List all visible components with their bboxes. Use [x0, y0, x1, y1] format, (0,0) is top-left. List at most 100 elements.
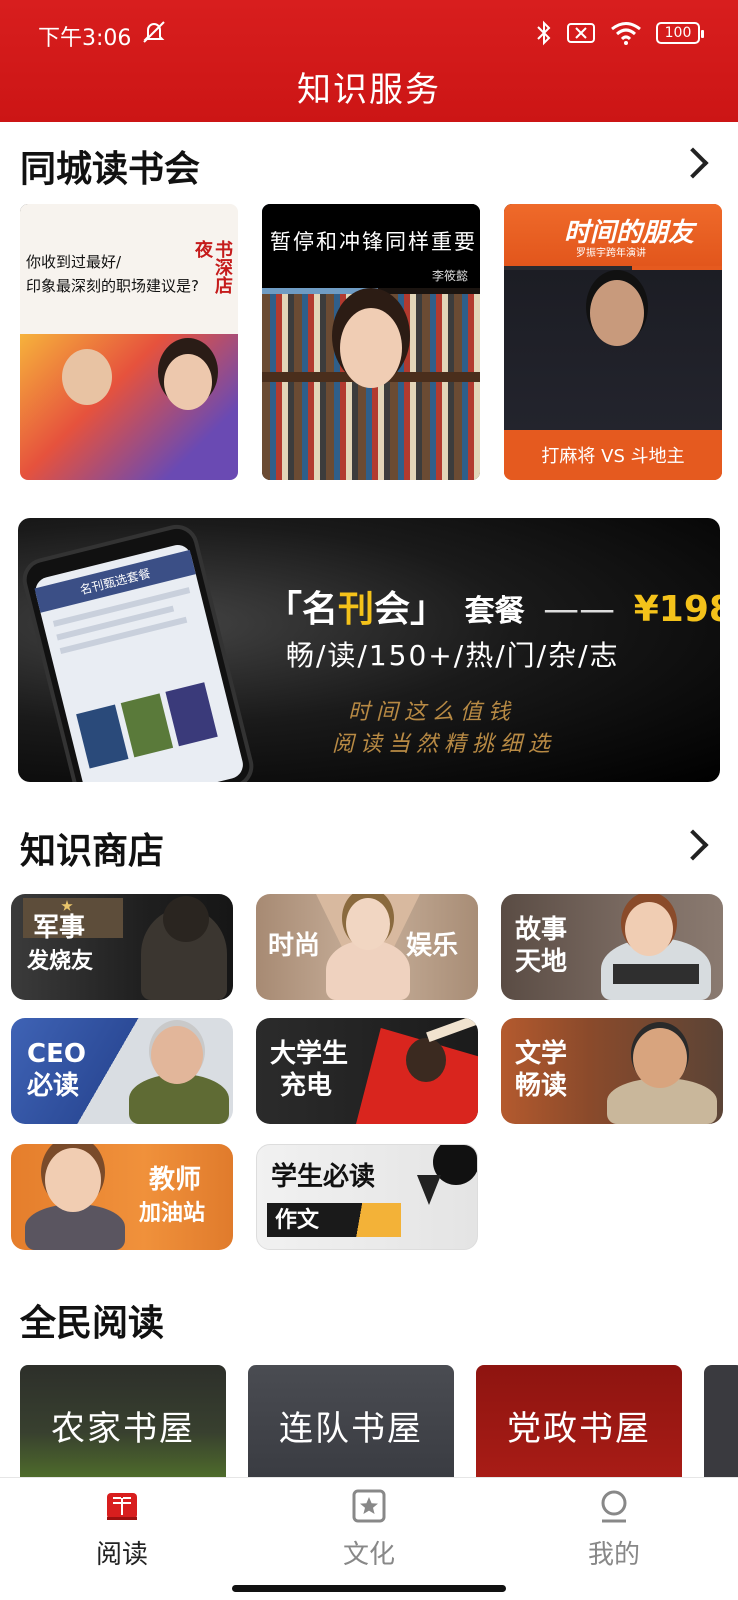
card-2-caption: 暂停和冲锋同样重要: [270, 230, 477, 254]
diploma-image: [426, 1018, 478, 1042]
tab-reading[interactable]: 阅读: [62, 1488, 182, 1571]
bracket-close: 」: [410, 589, 447, 630]
tile-label-1: 时尚: [268, 931, 321, 961]
bracket-open: 「: [266, 589, 303, 630]
card-1-art: [20, 334, 238, 480]
tile-label-1: 故事: [515, 915, 568, 945]
tile-label-2: 必读: [27, 1071, 80, 1101]
magazine-cover: [120, 693, 174, 758]
magazine-cover: [76, 704, 129, 769]
face: [590, 280, 644, 346]
fountain-pen-icon: [433, 1145, 477, 1185]
section-title-national-reading: 全民阅读: [20, 1303, 165, 1344]
banner-slogan-2: 阅读当然精挑细选: [332, 732, 557, 757]
shop-tile-ceo[interactable]: CEO 必读: [11, 1018, 233, 1124]
phone-mockup-image: 名刊甄选套餐: [18, 520, 258, 782]
shop-tile-military[interactable]: 军事 发烧友: [11, 894, 233, 1000]
phone-screen-title: 名刊甄选套餐: [34, 549, 196, 613]
book-club-card-1[interactable]: 你收到过最好/ 印象最深刻的职场建议是? 书深店夜: [20, 204, 238, 480]
tile-label-2: 充电: [280, 1071, 333, 1101]
book-image: [613, 964, 699, 984]
face: [62, 349, 112, 405]
card-1-line-2: 印象最深刻的职场建议是?: [26, 277, 199, 295]
tab-label: 我的: [587, 1540, 640, 1570]
tab-culture[interactable]: 文化: [309, 1488, 429, 1571]
star-icon: [351, 1488, 387, 1524]
battery-icon: 100: [656, 22, 704, 44]
card-3-caption: 打麻将 VS 斗地主: [541, 446, 685, 467]
head: [406, 1038, 446, 1082]
tile-label-2: 作文: [275, 1208, 320, 1233]
face: [164, 354, 212, 410]
national-reading-label: 党政书屋: [507, 1409, 651, 1449]
wifi-icon: [611, 22, 641, 45]
page-title: 知识服务: [297, 70, 441, 110]
status-bar: 下午3:06 100: [0, 16, 738, 52]
banner-price: ¥198: [633, 589, 720, 630]
headline-ming: 名: [302, 589, 339, 630]
national-reading-army[interactable]: 连队书屋: [248, 1365, 454, 1477]
magazine-package-banner[interactable]: 名刊甄选套餐 「名刊会」 套餐 —— ¥198 畅/读/150+/热/门/杂/志…: [18, 518, 720, 782]
headline-package: 套餐: [464, 594, 525, 629]
shop-tile-teachers[interactable]: 教师 加油站: [11, 1144, 233, 1250]
tile-label-2: 娱乐: [406, 931, 459, 961]
profile-icon: [596, 1488, 632, 1524]
pen-nib: [417, 1175, 441, 1205]
status-icons: 100: [536, 20, 704, 46]
shop-tile-fashion[interactable]: 时尚 娱乐: [256, 894, 478, 1000]
tab-label: 阅读: [95, 1540, 148, 1570]
card-3-logo-sub: 罗振宇跨年演讲: [576, 248, 646, 259]
shop-tile-student-essay[interactable]: 学生必读 作文: [256, 1144, 478, 1250]
tab-mine[interactable]: 我的: [554, 1488, 674, 1571]
face: [45, 1148, 101, 1212]
face: [633, 1028, 687, 1088]
helmet: [163, 896, 209, 942]
banner-slogan-1: 时间这么值钱: [348, 700, 517, 725]
tab-label: 文化: [342, 1540, 395, 1570]
app-header: 下午3:06 100 知识服务: [0, 0, 738, 122]
headline-kan: 刊: [338, 589, 375, 630]
national-reading-party[interactable]: 党政书屋: [476, 1365, 682, 1477]
magazine-cover: [165, 682, 218, 747]
mute-icon: [143, 21, 165, 43]
banner-subtitle: 畅/读/150+/热/门/杂/志: [286, 639, 620, 672]
bluetooth-icon: [537, 20, 551, 46]
shop-tile-literature[interactable]: 文学 畅读: [501, 1018, 723, 1124]
book-club-card-3[interactable]: 时间的朋友 罗振宇跨年演讲 打麻将 VS 斗地主: [504, 204, 722, 480]
tile-label-1: 学生必读: [271, 1162, 376, 1192]
headline-hui: 会: [374, 589, 411, 630]
shop-tile-stories[interactable]: 故事 天地: [501, 894, 723, 1000]
tile-label-2: 天地: [515, 947, 568, 977]
card-1-badge: 书深店夜: [192, 240, 233, 294]
chevron-right-icon[interactable]: [677, 829, 709, 861]
tile-label-2: 加油站: [139, 1201, 206, 1226]
tile-label-2: 畅读: [515, 1071, 568, 1101]
headline-dash: ——: [543, 589, 616, 630]
book-icon: [104, 1488, 140, 1524]
card-2-author: 李筱懿: [431, 269, 468, 283]
tile-label-1: CEO: [27, 1039, 86, 1069]
tile-label-1: 军事: [33, 913, 86, 943]
card-1-line-1: 你收到过最好/: [26, 253, 122, 271]
national-reading-more[interactable]: [704, 1365, 738, 1477]
face: [346, 898, 390, 950]
national-reading-label: 农家书屋: [51, 1409, 195, 1449]
face: [340, 308, 402, 388]
tile-label-1: 大学生: [270, 1039, 349, 1069]
section-title-shop: 知识商店: [20, 831, 165, 872]
tile-label-2: 发烧友: [27, 949, 94, 974]
status-time: 下午3:06: [38, 26, 132, 51]
face: [151, 1026, 203, 1084]
face: [625, 902, 673, 956]
shop-tile-college[interactable]: 大学生 充电: [256, 1018, 478, 1124]
banner-headline: 「名刊会」 套餐 —— ¥198: [266, 580, 720, 632]
no-sim-icon: [567, 23, 595, 43]
book-club-card-2[interactable]: 暂停和冲锋同样重要 李筱懿: [262, 204, 480, 480]
chevron-right-icon[interactable]: [677, 147, 709, 179]
section-title-book-club: 同城读书会: [20, 149, 201, 190]
tile-label-1: 文学: [515, 1039, 568, 1069]
tile-label-1: 教师: [149, 1165, 202, 1195]
home-indicator[interactable]: [232, 1585, 506, 1592]
national-reading-farm[interactable]: 农家书屋: [20, 1365, 226, 1477]
national-reading-label: 连队书屋: [279, 1409, 423, 1449]
